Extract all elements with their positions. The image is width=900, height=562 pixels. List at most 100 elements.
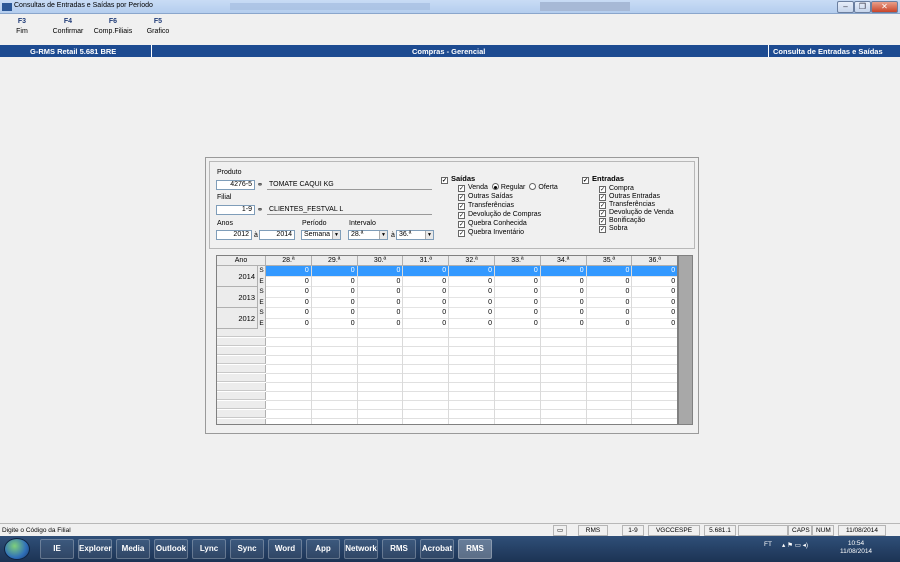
- grid-value-cell[interactable]: 0: [586, 297, 633, 308]
- binoculars-icon[interactable]: ⚭: [255, 205, 265, 215]
- restore-button[interactable]: ❐: [854, 1, 871, 13]
- saidas-item-checkbox[interactable]: ✓ Outras Saídas: [458, 192, 513, 201]
- grid-vertical-scrollbar[interactable]: [678, 255, 693, 425]
- clock[interactable]: 10:54 11/08/2014: [840, 540, 872, 556]
- grid-value-cell[interactable]: 0: [632, 266, 677, 277]
- grid-value-cell[interactable]: 0: [403, 308, 450, 319]
- ano-from-input[interactable]: 2012: [216, 230, 252, 240]
- grid-value-cell[interactable]: 0: [266, 287, 312, 298]
- grid-value-cell[interactable]: 0: [266, 276, 312, 287]
- saidas-item-checkbox[interactable]: ✓ Devolução de Compras: [458, 210, 541, 219]
- app-icon[interactable]: App: [306, 539, 340, 559]
- grid-value-cell[interactable]: 0: [449, 266, 495, 277]
- periodo-select[interactable]: Semana ▼: [301, 230, 341, 240]
- grid-value-cell[interactable]: 0: [632, 298, 677, 308]
- entradas-checkbox[interactable]: ✓ Entradas: [582, 174, 624, 184]
- grid-value-cell[interactable]: 0: [266, 318, 312, 329]
- grid-value-cell[interactable]: 0: [540, 276, 587, 287]
- grid-value-cell[interactable]: 0: [357, 287, 404, 298]
- grid-row-line: [266, 355, 677, 356]
- regular-radio[interactable]: [491, 183, 499, 190]
- saidas-item-checkbox[interactable]: ✓ Quebra Conhecida: [458, 219, 527, 228]
- grid-value-cell[interactable]: 0: [357, 318, 404, 329]
- fkey-fim[interactable]: F3 Fim: [14, 18, 30, 35]
- word-icon[interactable]: Word: [268, 539, 302, 559]
- grid-value-cell[interactable]: 0: [495, 266, 541, 277]
- grid-value-cell[interactable]: 0: [540, 318, 587, 329]
- grid-value-cell[interactable]: 0: [495, 276, 541, 287]
- folder-icon[interactable]: Explorer: [78, 539, 112, 559]
- grid-value-cell[interactable]: 0: [311, 297, 358, 308]
- ano-to-input[interactable]: 2014: [259, 230, 295, 240]
- grid-value-cell[interactable]: 0: [403, 276, 450, 287]
- grid-value-cell[interactable]: 0: [357, 308, 404, 319]
- acrobat-icon[interactable]: Acrobat: [420, 539, 454, 559]
- grid-value-cell[interactable]: 0: [449, 287, 495, 298]
- grid-value-cell[interactable]: 0: [266, 297, 312, 308]
- grid-value-cell[interactable]: 0: [449, 318, 495, 329]
- lync-icon[interactable]: Lync: [192, 539, 226, 559]
- grid-value-cell[interactable]: 0: [495, 287, 541, 298]
- grid-value-cell[interactable]: 0: [632, 287, 677, 298]
- fkey-confirmar[interactable]: F4 Confirmar: [48, 18, 88, 35]
- grid-value-cell[interactable]: 0: [495, 308, 541, 319]
- venda-checkbox[interactable]: ✓ Venda Regular Oferta: [458, 183, 558, 192]
- grid-value-cell[interactable]: 0: [311, 266, 358, 277]
- grid-value-cell[interactable]: 0: [586, 276, 633, 287]
- grid-value-cell[interactable]: 0: [586, 287, 633, 298]
- grid-value-cell[interactable]: 0: [495, 297, 541, 308]
- grid-value-cell[interactable]: 0: [311, 276, 358, 287]
- grid-row-line: [266, 391, 677, 392]
- grid-value-cell[interactable]: 0: [632, 308, 677, 319]
- grid-value-cell[interactable]: 0: [311, 287, 358, 298]
- intervalo-to-select[interactable]: 36.ª ▼: [396, 230, 434, 240]
- results-grid[interactable]: Ano 28.ª 29.ª 30.ª 31.ª 32.ª 33.ª 34.ª 35.ª 36.ª…: [216, 255, 678, 425]
- grid-value-cell[interactable]: 0: [632, 319, 677, 329]
- grid-value-cell[interactable]: 0: [540, 266, 587, 277]
- grid-value-cell[interactable]: 0: [266, 266, 312, 277]
- grid-value-cell[interactable]: 0: [311, 308, 358, 319]
- minimize-button[interactable]: –: [837, 1, 854, 13]
- grid-value-cell[interactable]: 0: [540, 287, 587, 298]
- fkey-grafico[interactable]: F5 Grafico: [144, 18, 172, 35]
- grid-value-cell[interactable]: 0: [403, 266, 450, 277]
- grid-value-cell[interactable]: 0: [403, 287, 450, 298]
- grid-value-cell[interactable]: 0: [586, 308, 633, 319]
- saidas-item-checkbox[interactable]: ✓ Quebra Inventário: [458, 228, 524, 237]
- binoculars-icon[interactable]: ⚭: [255, 180, 265, 190]
- network-icon[interactable]: Network: [344, 539, 378, 559]
- grid-value-cell[interactable]: 0: [540, 308, 587, 319]
- grid-value-cell[interactable]: 0: [632, 277, 677, 287]
- grid-value-cell[interactable]: 0: [403, 297, 450, 308]
- intervalo-from-select[interactable]: 28.ª ▼: [348, 230, 388, 240]
- grid-value-cell[interactable]: 0: [403, 318, 450, 329]
- rms-active-icon[interactable]: RMS: [458, 539, 492, 559]
- outlook-icon[interactable]: Outlook: [154, 539, 188, 559]
- start-button[interactable]: [4, 538, 30, 560]
- grid-value-cell[interactable]: 0: [449, 308, 495, 319]
- grid-value-cell[interactable]: 0: [357, 297, 404, 308]
- ie-icon[interactable]: IE: [40, 539, 74, 559]
- grid-value-cell[interactable]: 0: [449, 276, 495, 287]
- filial-code-input[interactable]: 1-9: [216, 205, 255, 215]
- grid-value-cell[interactable]: 0: [357, 266, 404, 277]
- grid-value-cell[interactable]: 0: [495, 318, 541, 329]
- sync-icon[interactable]: Sync: [230, 539, 264, 559]
- oferta-radio[interactable]: [529, 183, 537, 190]
- tray-icons[interactable]: ▴ ⚑ ▭ ◂): [782, 541, 808, 549]
- rms-icon[interactable]: RMS: [382, 539, 416, 559]
- fkey-comp-filiais[interactable]: F6 Comp.Filiais: [91, 18, 135, 35]
- grid-value-cell[interactable]: 0: [266, 308, 312, 319]
- grid-value-cell[interactable]: 0: [540, 297, 587, 308]
- grid-value-cell[interactable]: 0: [586, 266, 633, 277]
- media-icon[interactable]: Media: [116, 539, 150, 559]
- saidas-item-checkbox[interactable]: ✓ Transferências: [458, 201, 514, 210]
- produto-code-input[interactable]: 4276-5: [216, 180, 255, 190]
- grid-value-cell[interactable]: 0: [357, 276, 404, 287]
- language-indicator[interactable]: FT: [764, 541, 772, 548]
- grid-value-cell[interactable]: 0: [586, 318, 633, 329]
- close-button[interactable]: ✕: [871, 1, 898, 13]
- entradas-item-checkbox[interactable]: ✓ Sobra: [599, 224, 628, 233]
- grid-value-cell[interactable]: 0: [311, 318, 358, 329]
- grid-value-cell[interactable]: 0: [449, 297, 495, 308]
